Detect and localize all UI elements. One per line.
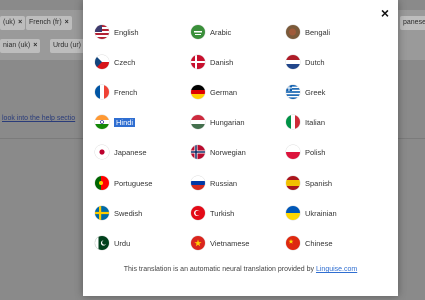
language-option-dutch[interactable]: Dutch (286, 54, 325, 70)
language-option-hindi[interactable]: Hindi (95, 114, 136, 130)
tr-flag-icon (191, 206, 205, 220)
language-label: Polish (305, 147, 326, 157)
it-flag-icon (286, 115, 300, 129)
language-label: Italian (305, 117, 326, 127)
gr-flag-icon (286, 85, 300, 99)
language-label: Japanese (114, 147, 147, 157)
language-picker-modal: × English Arabic Bengali Czech Danish Du… (83, 0, 398, 296)
language-option-bengali[interactable]: Bengali (286, 24, 330, 40)
language-label: Hindi (114, 117, 136, 127)
cz-flag-icon (95, 55, 109, 69)
language-option-italian[interactable]: Italian (286, 114, 325, 130)
es-flag-icon (286, 176, 300, 190)
jp-flag-icon (95, 145, 109, 159)
language-option-russian[interactable]: Russian (191, 175, 237, 191)
language-option-turkish[interactable]: Turkish (191, 205, 234, 221)
language-label: Urdu (114, 238, 131, 248)
pk-flag-icon (95, 236, 109, 250)
language-option-urdu[interactable]: Urdu (95, 235, 130, 251)
language-label: Spanish (305, 178, 333, 188)
vn-flag-icon (191, 236, 205, 250)
language-label: Dutch (305, 57, 325, 67)
language-chip[interactable]: (uk) × (0, 16, 26, 30)
language-option-french[interactable]: French (95, 84, 137, 100)
language-label: Vietnamese (210, 238, 250, 248)
dk-flag-icon (191, 55, 205, 69)
pl-flag-icon (286, 145, 300, 159)
language-label: Norwegian (210, 147, 246, 157)
language-label: Russian (210, 178, 238, 188)
language-label: English (114, 27, 139, 37)
us-flag-icon (95, 25, 109, 39)
in-flag-icon (95, 115, 109, 129)
help-link[interactable]: look into the help sectio (2, 115, 75, 122)
fr-flag-icon (95, 85, 109, 99)
chip-remove-icon[interactable]: × (18, 19, 22, 26)
chip-label: nian (uk) (3, 42, 31, 49)
language-label: German (210, 87, 238, 97)
chip-label: French (fr) (29, 19, 62, 26)
cn-flag-icon (286, 236, 300, 250)
bd-flag-icon (286, 25, 300, 39)
language-option-polish[interactable]: Polish (286, 144, 325, 160)
language-option-spanish[interactable]: Spanish (286, 175, 332, 191)
language-chip[interactable]: nian (uk) × (0, 39, 41, 53)
language-option-english[interactable]: English (95, 24, 139, 40)
linguise-link[interactable]: Linguise.com (316, 266, 357, 273)
attribution-text: This translation is an automatic neural … (123, 266, 316, 273)
close-icon[interactable]: × (378, 6, 392, 20)
chip-label: (uk) (3, 19, 16, 26)
language-label: Portuguese (114, 178, 153, 188)
language-label: Swedish (114, 208, 143, 218)
nl-flag-icon (286, 55, 300, 69)
no-flag-icon (191, 145, 205, 159)
language-option-norwegian[interactable]: Norwegian (191, 144, 246, 160)
de-flag-icon (191, 85, 205, 99)
language-option-portuguese[interactable]: Portuguese (95, 175, 152, 191)
language-label: Greek (305, 87, 326, 97)
ru-flag-icon (191, 176, 205, 190)
language-option-greek[interactable]: Greek (286, 84, 325, 100)
language-label: Bengali (305, 27, 331, 37)
sa-flag-icon (191, 25, 205, 39)
language-option-hungarian[interactable]: Hungarian (191, 114, 245, 130)
chip-remove-icon[interactable]: × (33, 42, 37, 49)
language-option-german[interactable]: German (191, 84, 237, 100)
se-flag-icon (95, 206, 109, 220)
language-chip[interactable]: panese (400, 16, 425, 30)
language-label: Turkish (210, 208, 235, 218)
language-option-chinese[interactable]: Chinese (286, 235, 333, 251)
language-option-arabic[interactable]: Arabic (191, 24, 231, 40)
language-label: Hungarian (210, 117, 245, 127)
language-option-ukrainian[interactable]: Ukrainian (286, 205, 337, 221)
language-label: Czech (114, 57, 136, 67)
translation-attribution: This translation is an automatic neural … (83, 266, 398, 273)
chip-label: Urdu (ur) (53, 42, 82, 49)
chip-remove-icon[interactable]: × (65, 19, 69, 26)
language-label: French (114, 87, 138, 97)
language-label: Chinese (305, 238, 333, 248)
language-option-swedish[interactable]: Swedish (95, 205, 142, 221)
pt-flag-icon (95, 176, 109, 190)
language-label: Arabic (210, 27, 232, 37)
language-option-danish[interactable]: Danish (191, 54, 233, 70)
language-option-vietnamese[interactable]: Vietnamese (191, 235, 249, 251)
ua-flag-icon (286, 206, 300, 220)
language-option-czech[interactable]: Czech (95, 54, 135, 70)
language-option-japanese[interactable]: Japanese (95, 144, 147, 160)
hu-flag-icon (191, 115, 205, 129)
language-label: Danish (210, 57, 234, 67)
chip-label: panese (403, 19, 425, 26)
language-label: Ukrainian (305, 208, 337, 218)
language-chip[interactable]: French (fr) × (26, 16, 72, 30)
